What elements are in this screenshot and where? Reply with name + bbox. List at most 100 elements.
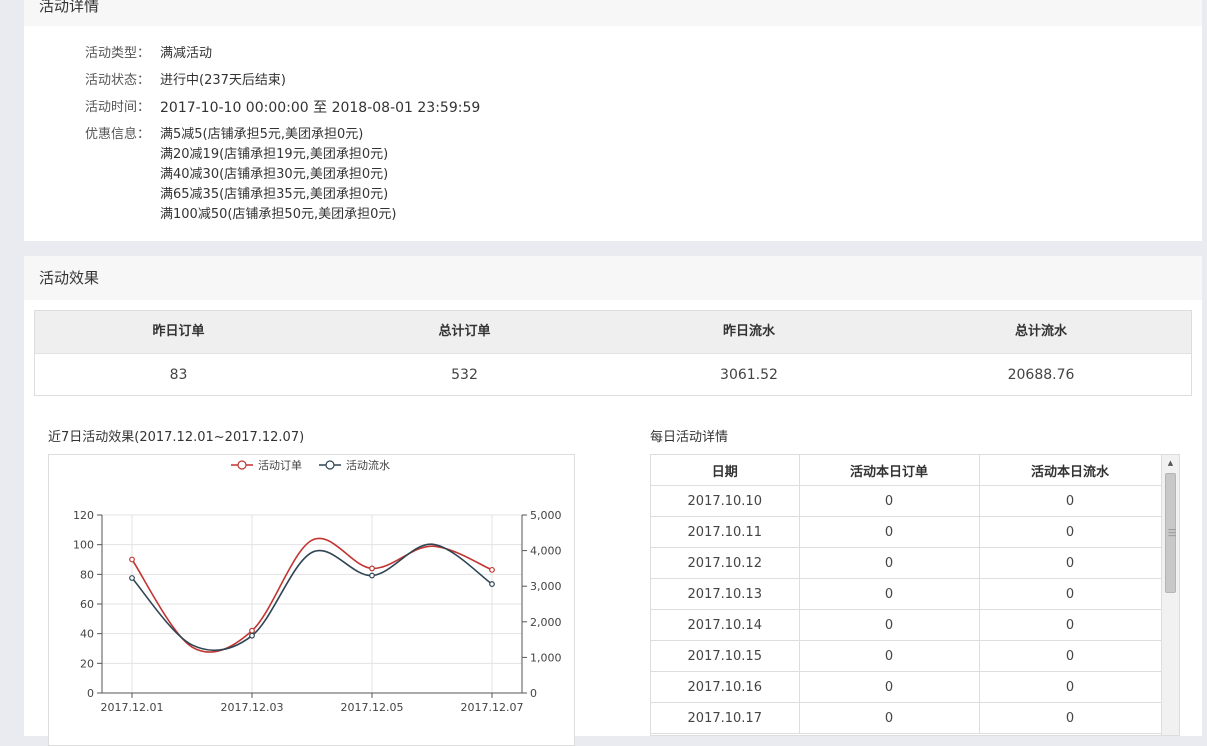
triangle-up-icon[interactable]: ▲	[1162, 455, 1179, 471]
daily-cell-date: 2017.10.12	[651, 547, 800, 579]
y-left-tick-label: 100	[73, 539, 94, 552]
field-value: 进行中(237天后结束)	[160, 73, 286, 88]
daily-cell-orders: 0	[799, 702, 980, 734]
discount-item: 满40减30(店铺承担30元,美团承担0元)	[160, 167, 389, 182]
daily-cell-orders: 0	[799, 609, 980, 641]
legend-label: 活动流水	[346, 458, 390, 472]
field-label: 活动时间：	[85, 100, 151, 115]
daily-detail-table-container: 日期 活动本日订单 活动本日流水 2017.10.10 0 0 2017.10.11 0…	[650, 454, 1180, 736]
table-row: 2017.10.11 0 0	[651, 516, 1162, 548]
series-1-point	[369, 565, 375, 572]
daily-cell-orders: 0	[799, 671, 980, 703]
summary-value-total-revenue: 20688.76	[1007, 367, 1075, 383]
scrollbar-thumb[interactable]: — — —	[1165, 473, 1176, 593]
table-row: 2017.10.15 0 0	[651, 640, 1162, 672]
summary-header-yesterday-orders: 昨日订单	[152, 324, 205, 339]
legend-label: 活动订单	[258, 459, 302, 472]
discount-list: 满5减5(店铺承担5元,美团承担0元) 满20减19(店铺承担19元,美团承担0…	[160, 125, 396, 225]
table-scrollbar[interactable]: ▲ — — —	[1161, 455, 1179, 735]
daily-cell-revenue: 0	[979, 578, 1162, 610]
summary-header-yesterday-revenue: 昨日流水	[722, 324, 775, 339]
table-row: 2017.10.12 0 0	[651, 547, 1162, 579]
discount-item: 满5减5(店铺承担5元,美团承担0元)	[160, 127, 364, 142]
x-tick-label: 2017.12.05	[341, 701, 404, 714]
table-row: 2017.10.13 0 0	[651, 578, 1162, 610]
y-right-tick-label: 2,000	[530, 616, 562, 629]
discount-item: 满65减35(店铺承担35元,美团承担0元)	[160, 187, 389, 202]
field-discount-info: 优惠信息： 满5减5(店铺承担5元,美团承担0元) 满20减19(店铺承担19元…	[85, 125, 396, 222]
daily-header-revenue: 活动本日流水	[979, 455, 1162, 486]
field-label: 活动状态：	[85, 73, 151, 88]
y-left-tick-label: 80	[80, 568, 94, 581]
discount-item: 满20减19(店铺承担19元,美团承担0元)	[160, 147, 389, 162]
activity-detail-title: 活动详情	[24, 0, 1202, 26]
daily-cell-revenue: 0	[979, 671, 1162, 703]
summary-value-yesterday-revenue: 3061.52	[720, 367, 778, 383]
daily-cell-revenue: 0	[979, 702, 1162, 734]
line-chart: 0 20 40 60 80 100 120 0 1,000 2,000 3,000 4,000 5,00…	[73, 458, 562, 714]
field-label: 活动类型：	[85, 46, 151, 61]
x-tick-label: 2017.12.07	[461, 701, 524, 714]
summary-header-row: 昨日订单 总计订单 昨日流水 总计流水	[35, 311, 1191, 353]
daily-cell-date: 2017.10.15	[651, 640, 800, 672]
series-line-1	[131, 537, 493, 653]
series-line-2	[131, 543, 493, 652]
daily-cell-date: 2017.10.17	[651, 702, 800, 734]
daily-header-orders: 活动本日订单	[799, 455, 980, 486]
daily-cell-revenue: 0	[979, 609, 1162, 641]
table-row: 2017.10.17 0 0	[651, 702, 1162, 734]
daily-cell-date: 2017.10.14	[651, 609, 800, 641]
daily-cell-revenue: 0	[979, 485, 1162, 517]
daily-detail-table: 日期 活动本日订单 活动本日流水 2017.10.10 0 0 2017.10.11 0…	[651, 455, 1162, 734]
field-value: 满减活动	[160, 46, 213, 61]
y-left-tick-label: 120	[73, 509, 94, 522]
y-right-tick-label: 3,000	[530, 580, 562, 593]
daily-header-row: 日期 活动本日订单 活动本日流水	[651, 455, 1162, 486]
chart-title: 近7日活动效果(2017.12.01~2017.12.07)	[48, 430, 305, 445]
table-row: 2017.10.14 0 0	[651, 609, 1162, 641]
daily-table-title: 每日活动详情	[650, 430, 729, 445]
series-2-point	[249, 632, 255, 639]
y-left-tick-label: 0	[87, 687, 94, 700]
daily-cell-date: 2017.10.10	[651, 485, 800, 517]
daily-cell-revenue: 0	[979, 547, 1162, 579]
daily-cell-date: 2017.10.16	[651, 671, 800, 703]
summary-header-total-revenue: 总计流水	[1014, 324, 1067, 339]
summary-table: 昨日订单 总计订单 昨日流水 总计流水 83 532 3061.52 20688…	[34, 310, 1192, 396]
daily-header-date: 日期	[651, 455, 800, 486]
grip-lines-icon: — — —	[1168, 525, 1176, 540]
activity-effect-title: 活动效果	[24, 256, 1202, 300]
summary-value-yesterday-orders: 83	[169, 367, 188, 383]
y-right-tick-label: 0	[530, 687, 537, 700]
series-1-point	[129, 556, 135, 563]
daily-cell-date: 2017.10.11	[651, 516, 800, 548]
table-row: 2017.10.10 0 0	[651, 485, 1162, 517]
legend-marker	[325, 460, 335, 470]
series-2-point	[369, 572, 375, 579]
y-right-tick-label: 1,000	[530, 651, 562, 664]
field-label: 优惠信息：	[85, 127, 151, 142]
activity-effect-panel: 活动效果 昨日订单 总计订单 昨日流水 总计流水 83 532 3061.52 …	[24, 256, 1202, 746]
daily-cell-date: 2017.10.13	[651, 578, 800, 610]
daily-cell-revenue: 0	[979, 640, 1162, 672]
legend-marker	[237, 460, 247, 470]
x-tick-label: 2017.12.03	[221, 701, 284, 714]
y-left-tick-label: 60	[80, 598, 94, 611]
discount-item: 满100减50(店铺承担50元,美团承担0元)	[160, 207, 397, 222]
summary-value-row: 83 532 3061.52 20688.76	[35, 353, 1191, 396]
activity-detail-panel: 活动详情 活动类型： 满减活动 活动状态： 进行中(237天后结束) 活动时间：…	[24, 0, 1202, 241]
y-right-tick-label: 4,000	[530, 545, 562, 558]
summary-header-total-orders: 总计订单	[438, 324, 491, 339]
field-activity-type: 活动类型： 满减活动	[85, 44, 212, 64]
summary-value-total-orders: 532	[451, 367, 478, 383]
y-left-tick-label: 20	[80, 657, 94, 670]
y-left-tick-label: 40	[80, 628, 94, 641]
series-2-point	[489, 581, 495, 587]
daily-cell-orders: 0	[799, 640, 980, 672]
field-activity-status: 活动状态： 进行中(237天后结束)	[85, 71, 286, 91]
field-value: 2017-10-10 00:00:00 至 2018-08-01 23:59:5…	[160, 100, 481, 116]
chart-container: 0 20 40 60 80 100 120 0 1,000 2,000 3,000 4,000 5,00…	[48, 454, 575, 746]
daily-cell-orders: 0	[799, 485, 980, 517]
daily-cell-orders: 0	[799, 516, 980, 548]
field-activity-time: 活动时间： 2017-10-10 00:00:00 至 2018-08-01 2…	[85, 98, 480, 118]
